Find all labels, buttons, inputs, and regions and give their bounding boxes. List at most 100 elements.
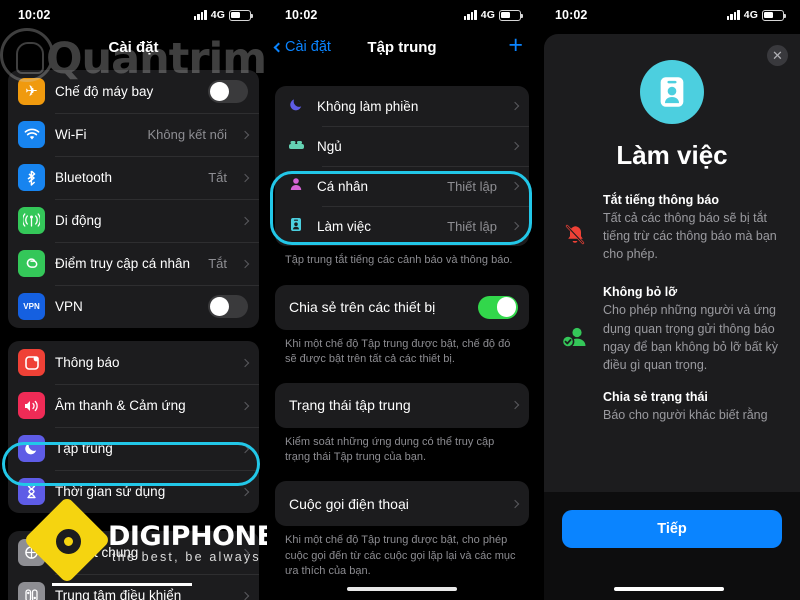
focus-status-row[interactable]: Trạng thái tập trung bbox=[275, 383, 529, 428]
status-bar-1: 10:02 4G bbox=[0, 0, 267, 30]
row-label: Chia sẻ trên các thiết bị bbox=[289, 299, 436, 316]
page-title: Cài đặt bbox=[108, 38, 159, 56]
feature-body: Cho phép những người và ứng dụng quan tr… bbox=[603, 303, 778, 372]
row-label: Tập trung bbox=[55, 441, 113, 456]
row-label: Di động bbox=[55, 213, 102, 228]
chevron-right-icon bbox=[240, 216, 250, 225]
sheet-hero: Làm việc bbox=[544, 34, 800, 171]
row-value: Thiết lập bbox=[447, 218, 497, 234]
nav-bar-settings: Cài đặt bbox=[0, 30, 267, 64]
feature-text: Không bỏ lỡ Cho phép những người và ứng … bbox=[603, 285, 784, 374]
chevron-right-icon bbox=[240, 591, 250, 600]
share-across-devices-toggle[interactable] bbox=[478, 295, 518, 319]
share-footer: Khi một chế độ Tập trung được bật, chế đ… bbox=[285, 337, 511, 366]
digiphone-underline bbox=[52, 583, 192, 586]
control-center-icon bbox=[18, 582, 45, 600]
row-label: Thời gian sử dụng bbox=[55, 484, 166, 499]
share-across-devices-group: Chia sẻ trên các thiết bị bbox=[275, 284, 529, 330]
settings-row-screentime[interactable]: Thời gian sử dụng bbox=[8, 470, 259, 513]
focus-row-personal[interactable]: Cá nhân Thiết lập bbox=[275, 166, 529, 206]
bluetooth-icon bbox=[18, 164, 45, 191]
row-label: Wi-Fi bbox=[55, 127, 87, 142]
settings-row-wifi[interactable]: Wi-Fi Không kết nối bbox=[8, 113, 259, 156]
phone-calls-row[interactable]: Cuộc gọi điện thoại bbox=[275, 481, 529, 526]
network-label: 4G bbox=[480, 9, 495, 21]
focus-row-sleep[interactable]: Ngủ bbox=[275, 126, 529, 166]
focus-status-footer: Kiểm soát những ứng dụng có thể truy cập… bbox=[285, 435, 495, 464]
bed-icon bbox=[285, 138, 307, 155]
chevron-left-icon bbox=[273, 42, 284, 52]
focus-moon-icon bbox=[18, 435, 45, 462]
settings-group-connectivity: ✈ Chế độ máy bay Wi-Fi Không kết nối Blu… bbox=[8, 70, 259, 328]
home-indicator[interactable] bbox=[347, 587, 457, 591]
status-indicators: 4G bbox=[193, 9, 254, 21]
row-label: Cuộc gọi điện thoại bbox=[289, 495, 409, 512]
chevron-right-icon bbox=[510, 401, 520, 410]
back-button[interactable]: Cài đặt bbox=[273, 39, 331, 55]
chevron-right-icon bbox=[240, 548, 250, 557]
network-label: 4G bbox=[743, 9, 758, 21]
phone-screen-work-focus-sheet: 10:02 4G ✕ Làm việc Tắt tiếng thông báo … bbox=[537, 0, 800, 600]
focus-row-do-not-disturb[interactable]: Không làm phiền bbox=[275, 86, 529, 126]
settings-row-focus[interactable]: Tập trung bbox=[8, 427, 259, 470]
hotspot-icon bbox=[18, 250, 45, 277]
status-indicators: 4G bbox=[726, 9, 787, 21]
sheet-cta-area: Tiếp bbox=[544, 492, 800, 600]
status-time: 10:02 bbox=[555, 8, 588, 22]
row-label: Cá nhân bbox=[317, 178, 369, 194]
battery-icon bbox=[499, 9, 524, 21]
phone-calls-group: Cuộc gọi điện thoại bbox=[275, 481, 529, 527]
feature-text: Chia sẻ trạng thái Báo cho người khác bi… bbox=[603, 390, 784, 424]
settings-row-control-center[interactable]: Trung tâm điều khiển bbox=[8, 574, 259, 600]
chevron-right-icon bbox=[510, 221, 520, 231]
settings-row-cellular[interactable]: Di động bbox=[8, 199, 259, 242]
continue-button[interactable]: Tiếp bbox=[562, 510, 782, 548]
airplane-toggle[interactable] bbox=[208, 80, 248, 103]
row-value: Tắt bbox=[208, 170, 227, 185]
feature-body: Tất cả các thông báo sẽ bị tắt tiếng trừ… bbox=[603, 211, 777, 262]
phone-screen-focus: 10:02 4G Cài đặt Tập trung + Không làm p… bbox=[267, 0, 537, 600]
settings-row-vpn[interactable]: VPN VPN bbox=[8, 285, 259, 328]
settings-group-system: Thông báo Âm thanh & Cảm ứng Tập trung T… bbox=[8, 341, 259, 513]
feature-title: Chia sẻ trạng thái bbox=[603, 389, 708, 404]
chevron-right-icon bbox=[240, 130, 250, 139]
settings-row-general[interactable]: Cài đặt chung bbox=[8, 531, 259, 574]
notifications-icon bbox=[18, 349, 45, 376]
focus-row-work[interactable]: Làm việc Thiết lập bbox=[275, 206, 529, 246]
status-time: 10:02 bbox=[285, 8, 318, 22]
network-label: 4G bbox=[210, 9, 225, 21]
chevron-right-icon bbox=[510, 499, 520, 508]
vpn-toggle[interactable] bbox=[208, 295, 248, 318]
settings-row-sounds[interactable]: Âm thanh & Cảm ứng bbox=[8, 384, 259, 427]
sheet-title: Làm việc bbox=[616, 140, 728, 170]
plus-icon[interactable]: + bbox=[508, 33, 523, 58]
nav-bar-focus: Cài đặt Tập trung + bbox=[267, 30, 537, 64]
home-indicator[interactable] bbox=[613, 587, 724, 591]
row-label: Không làm phiền bbox=[317, 98, 419, 114]
person-icon bbox=[285, 177, 307, 195]
battery-icon bbox=[229, 9, 254, 21]
signal-bars-icon bbox=[463, 10, 477, 20]
settings-row-bluetooth[interactable]: Bluetooth Tắt bbox=[8, 156, 259, 199]
feature-body: Báo cho người khác biết rằng bbox=[603, 407, 768, 422]
share-across-devices-row[interactable]: Chia sẻ trên các thiết bị bbox=[275, 285, 529, 330]
row-value: Không kết nối bbox=[147, 127, 227, 142]
close-icon[interactable]: ✕ bbox=[767, 45, 788, 66]
settings-row-notifications[interactable]: Thông báo bbox=[8, 341, 259, 384]
focus-modes-footer: Tập trung tắt tiếng các cảnh báo và thôn… bbox=[285, 254, 513, 266]
airplane-icon: ✈ bbox=[18, 78, 45, 105]
cellular-icon bbox=[18, 207, 45, 234]
feature-text: Tắt tiếng thông báo Tất cả các thông báo… bbox=[603, 193, 784, 263]
focus-modes-group: Không làm phiền Ngủ Cá nhân Thiết lập Là… bbox=[275, 86, 529, 246]
phone-screen-settings: 10:02 4G Cài đặt Quantrimang ✈ Chế độ má… bbox=[0, 0, 267, 600]
settings-row-airplane[interactable]: ✈ Chế độ máy bay bbox=[8, 70, 259, 113]
row-label: Trung tâm điều khiển bbox=[55, 588, 182, 600]
row-label: Âm thanh & Cảm ứng bbox=[55, 398, 186, 413]
status-bar-3: 10:02 4G bbox=[537, 0, 800, 30]
chevron-right-icon bbox=[240, 173, 250, 182]
row-label: Bluetooth bbox=[55, 170, 113, 185]
settings-row-hotspot[interactable]: Điểm truy cập cá nhân Tắt bbox=[8, 242, 259, 285]
work-badge-icon bbox=[640, 60, 704, 124]
focus-status-group: Trạng thái tập trung bbox=[275, 382, 529, 428]
wifi-icon bbox=[18, 121, 45, 148]
